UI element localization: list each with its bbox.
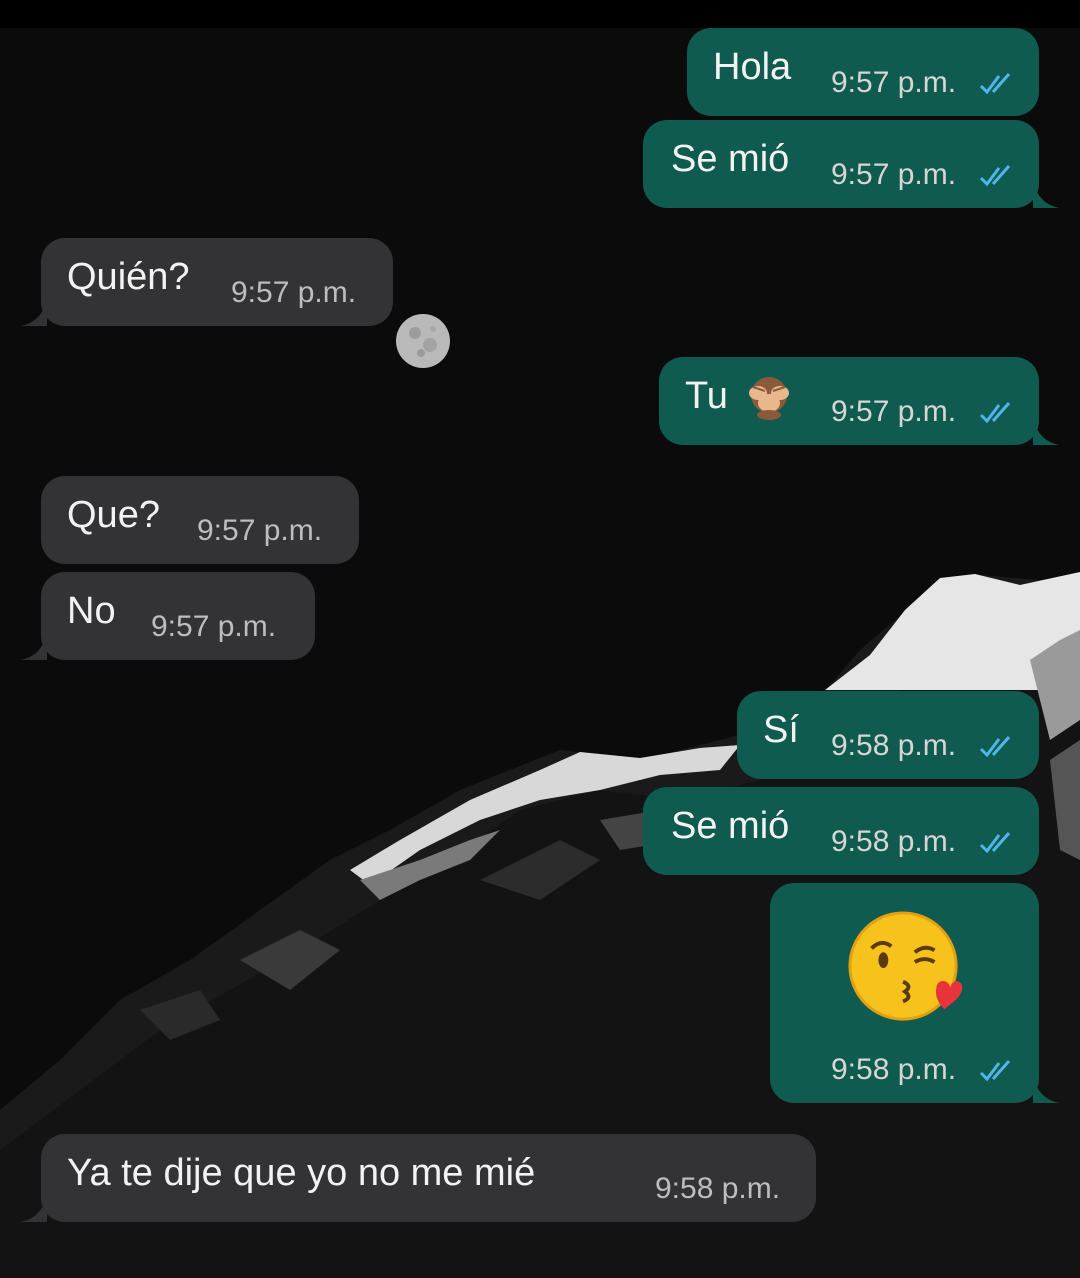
message-time: 9:57 p.m. <box>831 395 957 428</box>
double-check-read-icon <box>979 73 1011 95</box>
message-text: Sí <box>763 709 799 751</box>
message-bubble-outgoing-emoji[interactable]: 9:58 p.m. <box>770 883 1059 1103</box>
message-time: 9:58 p.m. <box>831 825 957 858</box>
message-text: Ya te dije que yo no me mié <box>67 1152 536 1194</box>
message-time: 9:57 p.m. <box>231 276 357 309</box>
message-time: 9:57 p.m. <box>151 610 277 643</box>
face-blowing-kiss-icon <box>848 911 963 1021</box>
message-bubble-incoming[interactable]: Que? 9:57 p.m. <box>41 476 359 564</box>
double-check-read-icon <box>979 736 1011 758</box>
bubble-tail <box>1033 182 1059 208</box>
message-text: Hola <box>713 46 792 88</box>
bubble-tail <box>1033 419 1059 445</box>
message-text: Se mió <box>671 805 790 847</box>
message-bubble-outgoing[interactable]: Tu 9:57 p.m. <box>659 357 1059 445</box>
double-check-read-icon <box>979 1060 1011 1082</box>
message-time: 9:58 p.m. <box>831 1053 957 1086</box>
message-bubble-outgoing[interactable]: Sí 9:58 p.m. <box>737 691 1039 779</box>
message-text: Quién? <box>67 256 190 298</box>
message-time: 9:58 p.m. <box>831 729 957 762</box>
message-bubble-outgoing[interactable]: Hola 9:57 p.m. <box>687 28 1039 116</box>
double-check-read-icon <box>979 402 1011 424</box>
status-bar-strip <box>0 0 1080 28</box>
message-bubble-incoming[interactable]: No 9:57 p.m. <box>21 572 315 660</box>
message-text: Tu <box>685 375 728 417</box>
bubble-tail <box>1033 1077 1059 1103</box>
message-bubble-outgoing[interactable]: Se mió 9:58 p.m. <box>643 787 1039 875</box>
bubble-tail <box>21 634 47 660</box>
message-bubble-incoming[interactable]: Quién? 9:57 p.m. <box>21 238 393 326</box>
message-text: Que? <box>67 494 160 536</box>
bubble-tail <box>21 1196 47 1222</box>
double-check-read-icon <box>979 165 1011 187</box>
double-check-read-icon <box>979 832 1011 854</box>
message-text: Se mió <box>671 138 790 180</box>
bubble-tail <box>21 300 47 326</box>
message-time: 9:58 p.m. <box>655 1172 781 1205</box>
message-text: No <box>67 590 116 632</box>
moon-icon <box>396 314 450 368</box>
message-bubble-incoming[interactable]: Ya te dije que yo no me mié 9:58 p.m. <box>21 1134 816 1222</box>
message-time: 9:57 p.m. <box>831 66 957 99</box>
message-time: 9:57 p.m. <box>831 158 957 191</box>
see-no-evil-monkey-icon <box>749 377 789 420</box>
message-bubble-outgoing[interactable]: Se mió 9:57 p.m. <box>643 120 1059 208</box>
message-time: 9:57 p.m. <box>197 514 323 547</box>
